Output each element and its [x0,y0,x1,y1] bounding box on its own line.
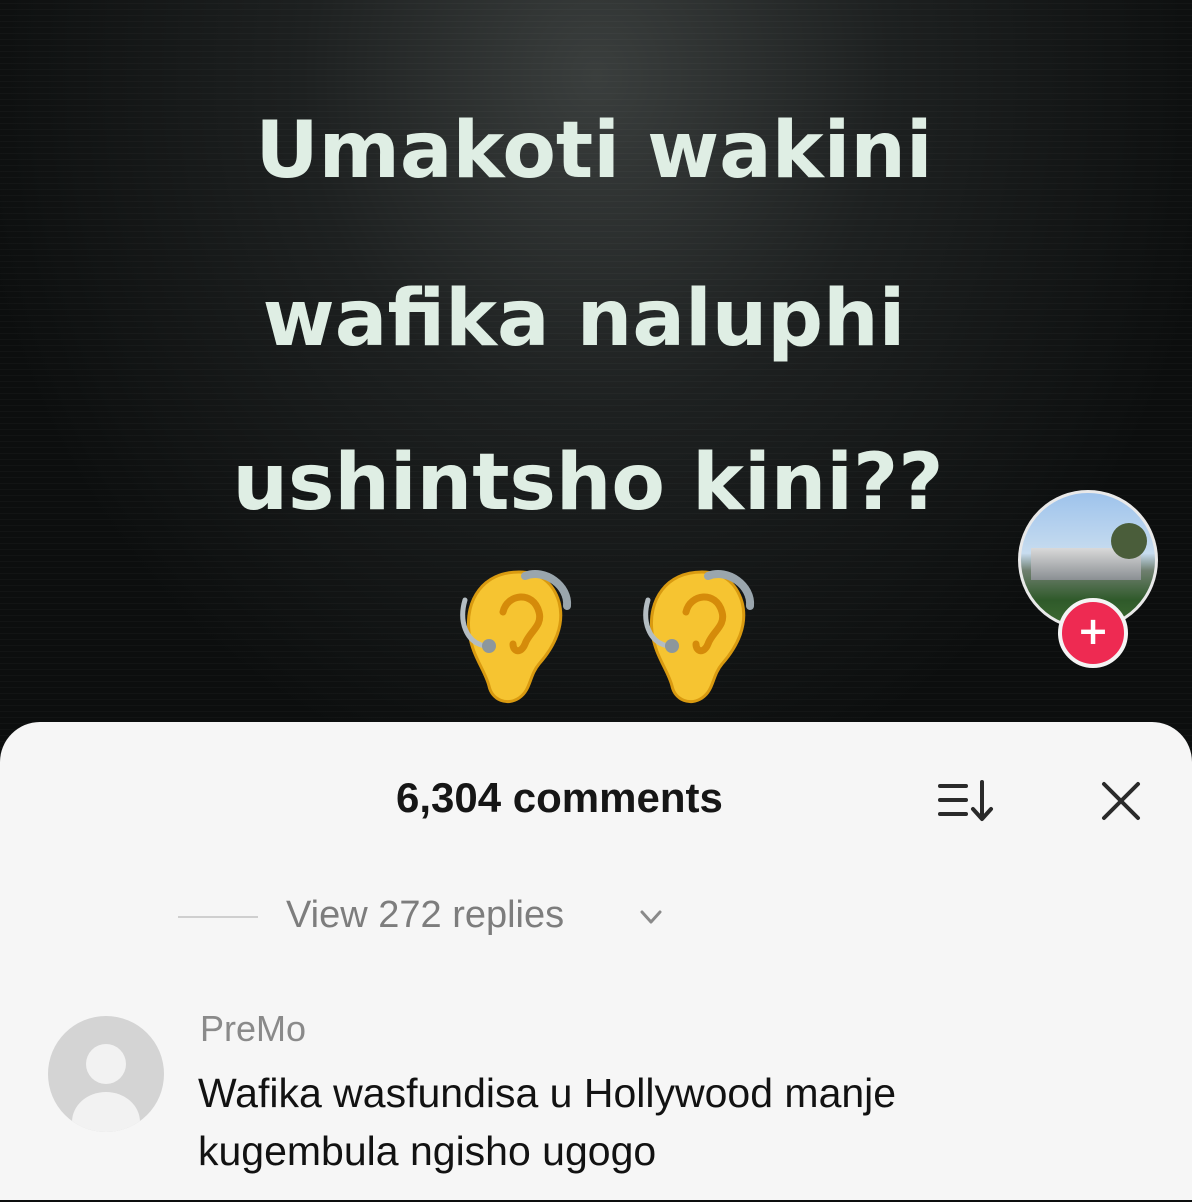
view-replies-label: View 272 replies [286,894,565,936]
avatar-tree [1111,523,1147,559]
follow-button[interactable]: + [1058,598,1128,668]
ear-with-hearing-aid-icon [643,570,755,703]
chevron-down-icon [640,910,662,924]
commenter-avatar[interactable] [48,1016,164,1132]
comment-author[interactable]: PreMo [200,1008,306,1050]
close-icon[interactable] [1098,778,1144,824]
comments-header: 6,304 comments [0,722,1192,862]
avatar-body-icon [72,1092,140,1132]
comments-sheet: 6,304 comments View 272 replies PreMo Wa… [0,722,1192,1200]
comment-text-line-1: Wafika wasfundisa u Hollywood manje [198,1070,897,1116]
comment-item: PreMo Wafika wasfundisa u Hollywood manj… [0,1002,1192,1202]
avatar-head-icon [86,1044,126,1084]
comment-text: Wafika wasfundisa u Hollywood manje kuge… [198,1064,1098,1180]
comment-count: 6,304 comments [396,774,723,821]
sort-icon[interactable] [936,778,996,824]
replies-divider [178,916,258,918]
ear-with-hearing-aid-icon [460,570,572,703]
caption-line-1: Umakoti wakini [255,106,933,196]
view-replies-button[interactable]: View 272 replies [0,890,1192,950]
video-background[interactable]: Umakoti wakini wafika naluphi ushintsho … [0,0,1192,760]
comment-text-line-2: kugembula ngisho ugogo [198,1128,657,1174]
caption-line-2: wafika naluphi [262,274,906,364]
caption-line-3: ushintsho kini?? [232,438,944,528]
